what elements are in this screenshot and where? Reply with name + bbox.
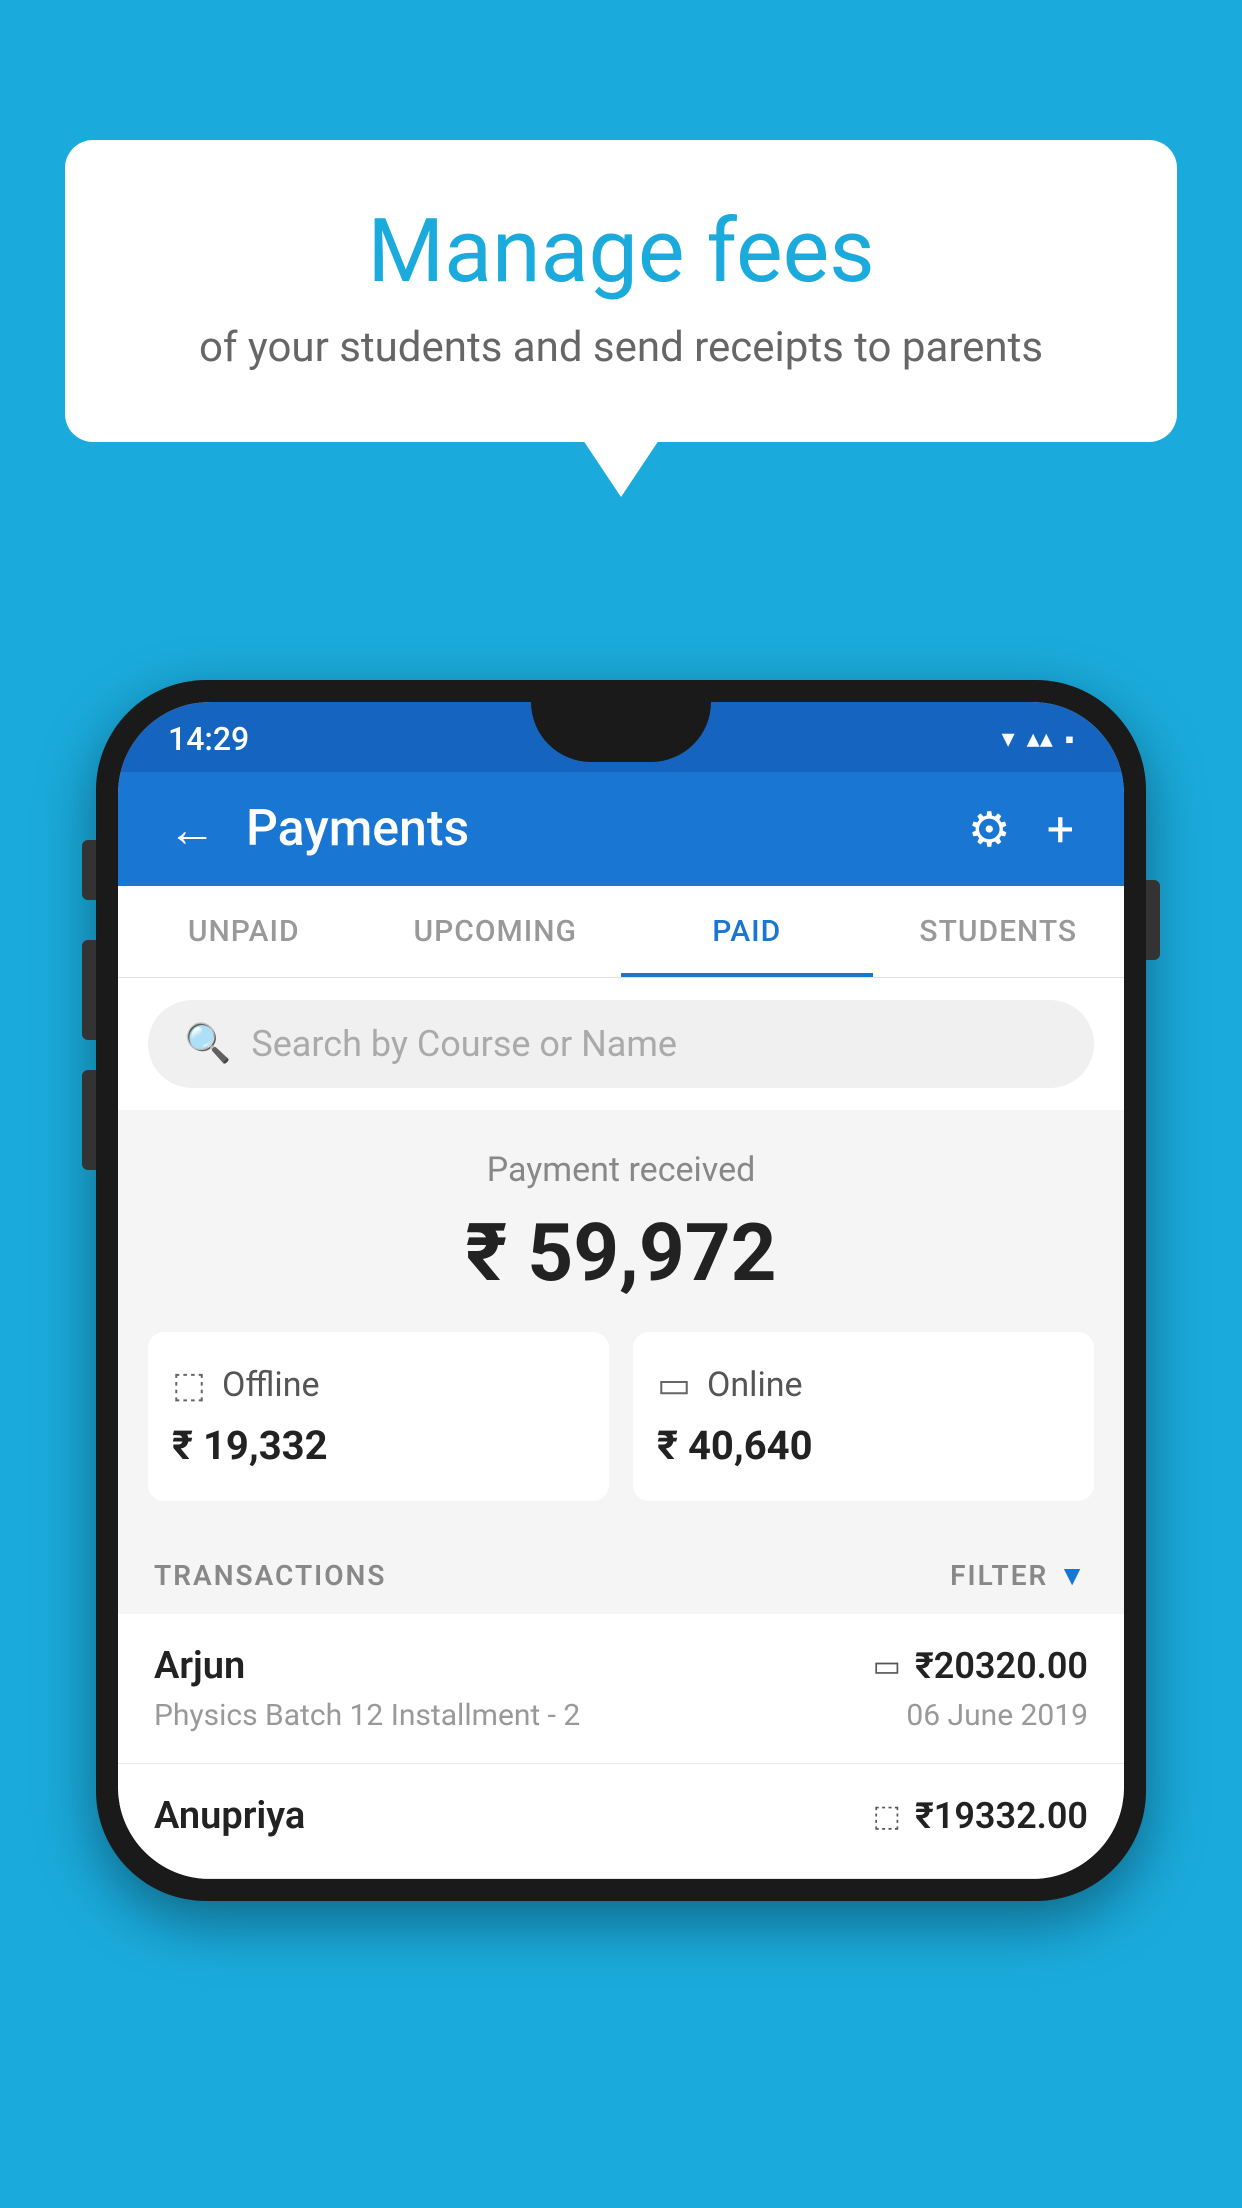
tab-unpaid[interactable]: UNPAID <box>118 886 370 977</box>
speech-bubble-title: Manage fees <box>145 200 1097 303</box>
online-amount: ₹ 40,640 <box>657 1422 1070 1469</box>
card-icon: ▭ <box>873 1649 901 1684</box>
search-container: 🔍 Search by Course or Name <box>118 978 1124 1110</box>
offline-card-header: ⬚ Offline <box>172 1364 585 1406</box>
transaction-amount-wrap: ▭ ₹20320.00 <box>873 1645 1088 1687</box>
search-placeholder: Search by Course or Name <box>251 1023 677 1065</box>
payment-summary: Payment received ₹ 59,972 ⬚ Offline ₹ 19… <box>118 1110 1124 1537</box>
transaction-item[interactable]: Arjun ▭ ₹20320.00 Physics Batch 12 Insta… <box>118 1614 1124 1764</box>
wifi-icon: ▾ <box>1002 724 1015 754</box>
back-button[interactable]: ← <box>168 801 216 858</box>
online-label: Online <box>707 1365 803 1405</box>
transactions-label: TRANSACTIONS <box>154 1559 386 1592</box>
filter-icon: ▼ <box>1058 1559 1088 1592</box>
transaction-name: Anupriya <box>154 1794 305 1838</box>
search-box[interactable]: 🔍 Search by Course or Name <box>148 1000 1094 1088</box>
search-icon: 🔍 <box>184 1022 231 1066</box>
online-card-header: ▭ Online <box>657 1364 1070 1406</box>
tab-students[interactable]: STUDENTS <box>873 886 1125 977</box>
transaction-row-top: Anupriya ⬚ ₹19332.00 <box>154 1794 1088 1838</box>
online-payment-icon: ▭ <box>657 1364 691 1406</box>
transaction-row-top: Arjun ▭ ₹20320.00 <box>154 1644 1088 1688</box>
phone-mockup: 14:29 ▾ ▴▴ ▪ ← Payments ⚙ + <box>96 680 1146 1901</box>
transaction-amount-wrap: ⬚ ₹19332.00 <box>873 1795 1088 1837</box>
offline-payment-icon: ⬚ <box>172 1364 206 1406</box>
volume-down-button <box>82 1070 96 1170</box>
transaction-item[interactable]: Anupriya ⬚ ₹19332.00 <box>118 1764 1124 1879</box>
transaction-amount: ₹19332.00 <box>915 1795 1088 1837</box>
speech-bubble-container: Manage fees of your students and send re… <box>65 140 1177 442</box>
app-bar-left: ← Payments <box>168 800 469 858</box>
payment-total-amount: ₹ 59,972 <box>148 1206 1094 1300</box>
app-bar: ← Payments ⚙ + <box>118 772 1124 886</box>
volume-silent-button <box>82 840 96 900</box>
transactions-header: TRANSACTIONS FILTER ▼ <box>118 1537 1124 1614</box>
battery-icon: ▪ <box>1065 724 1074 755</box>
phone-outer: 14:29 ▾ ▴▴ ▪ ← Payments ⚙ + <box>96 680 1146 1901</box>
speech-bubble-subtitle: of your students and send receipts to pa… <box>145 323 1097 372</box>
payment-cards: ⬚ Offline ₹ 19,332 ▭ Online ₹ 40,640 <box>148 1332 1094 1501</box>
transaction-row-bottom: Physics Batch 12 Installment - 2 06 June… <box>154 1698 1088 1733</box>
volume-up-button <box>82 940 96 1040</box>
app-bar-title: Payments <box>246 800 469 858</box>
app-bar-actions: ⚙ + <box>968 801 1074 858</box>
transaction-name: Arjun <box>154 1644 245 1688</box>
status-time: 14:29 <box>168 720 249 758</box>
offline-amount: ₹ 19,332 <box>172 1422 585 1469</box>
transaction-detail: Physics Batch 12 Installment - 2 <box>154 1698 580 1733</box>
tab-paid[interactable]: PAID <box>621 886 873 977</box>
filter-label: FILTER <box>950 1559 1048 1592</box>
settings-icon[interactable]: ⚙ <box>968 801 1011 858</box>
add-icon[interactable]: + <box>1047 801 1074 858</box>
online-card: ▭ Online ₹ 40,640 <box>633 1332 1094 1501</box>
transaction-amount: ₹20320.00 <box>915 1645 1088 1687</box>
tab-upcoming[interactable]: UPCOMING <box>370 886 622 977</box>
status-icons: ▾ ▴▴ ▪ <box>1002 724 1074 755</box>
tabs-bar: UNPAID UPCOMING PAID STUDENTS <box>118 886 1124 978</box>
phone-screen: 14:29 ▾ ▴▴ ▪ ← Payments ⚙ + <box>118 702 1124 1879</box>
transaction-date: 06 June 2019 <box>906 1698 1088 1733</box>
filter-button[interactable]: FILTER ▼ <box>950 1559 1088 1592</box>
power-button <box>1146 880 1160 960</box>
signal-icon: ▴▴ <box>1027 724 1053 754</box>
speech-bubble: Manage fees of your students and send re… <box>65 140 1177 442</box>
payment-received-label: Payment received <box>148 1150 1094 1190</box>
offline-card: ⬚ Offline ₹ 19,332 <box>148 1332 609 1501</box>
offline-label: Offline <box>222 1365 319 1405</box>
rupee-icon: ⬚ <box>873 1799 901 1834</box>
